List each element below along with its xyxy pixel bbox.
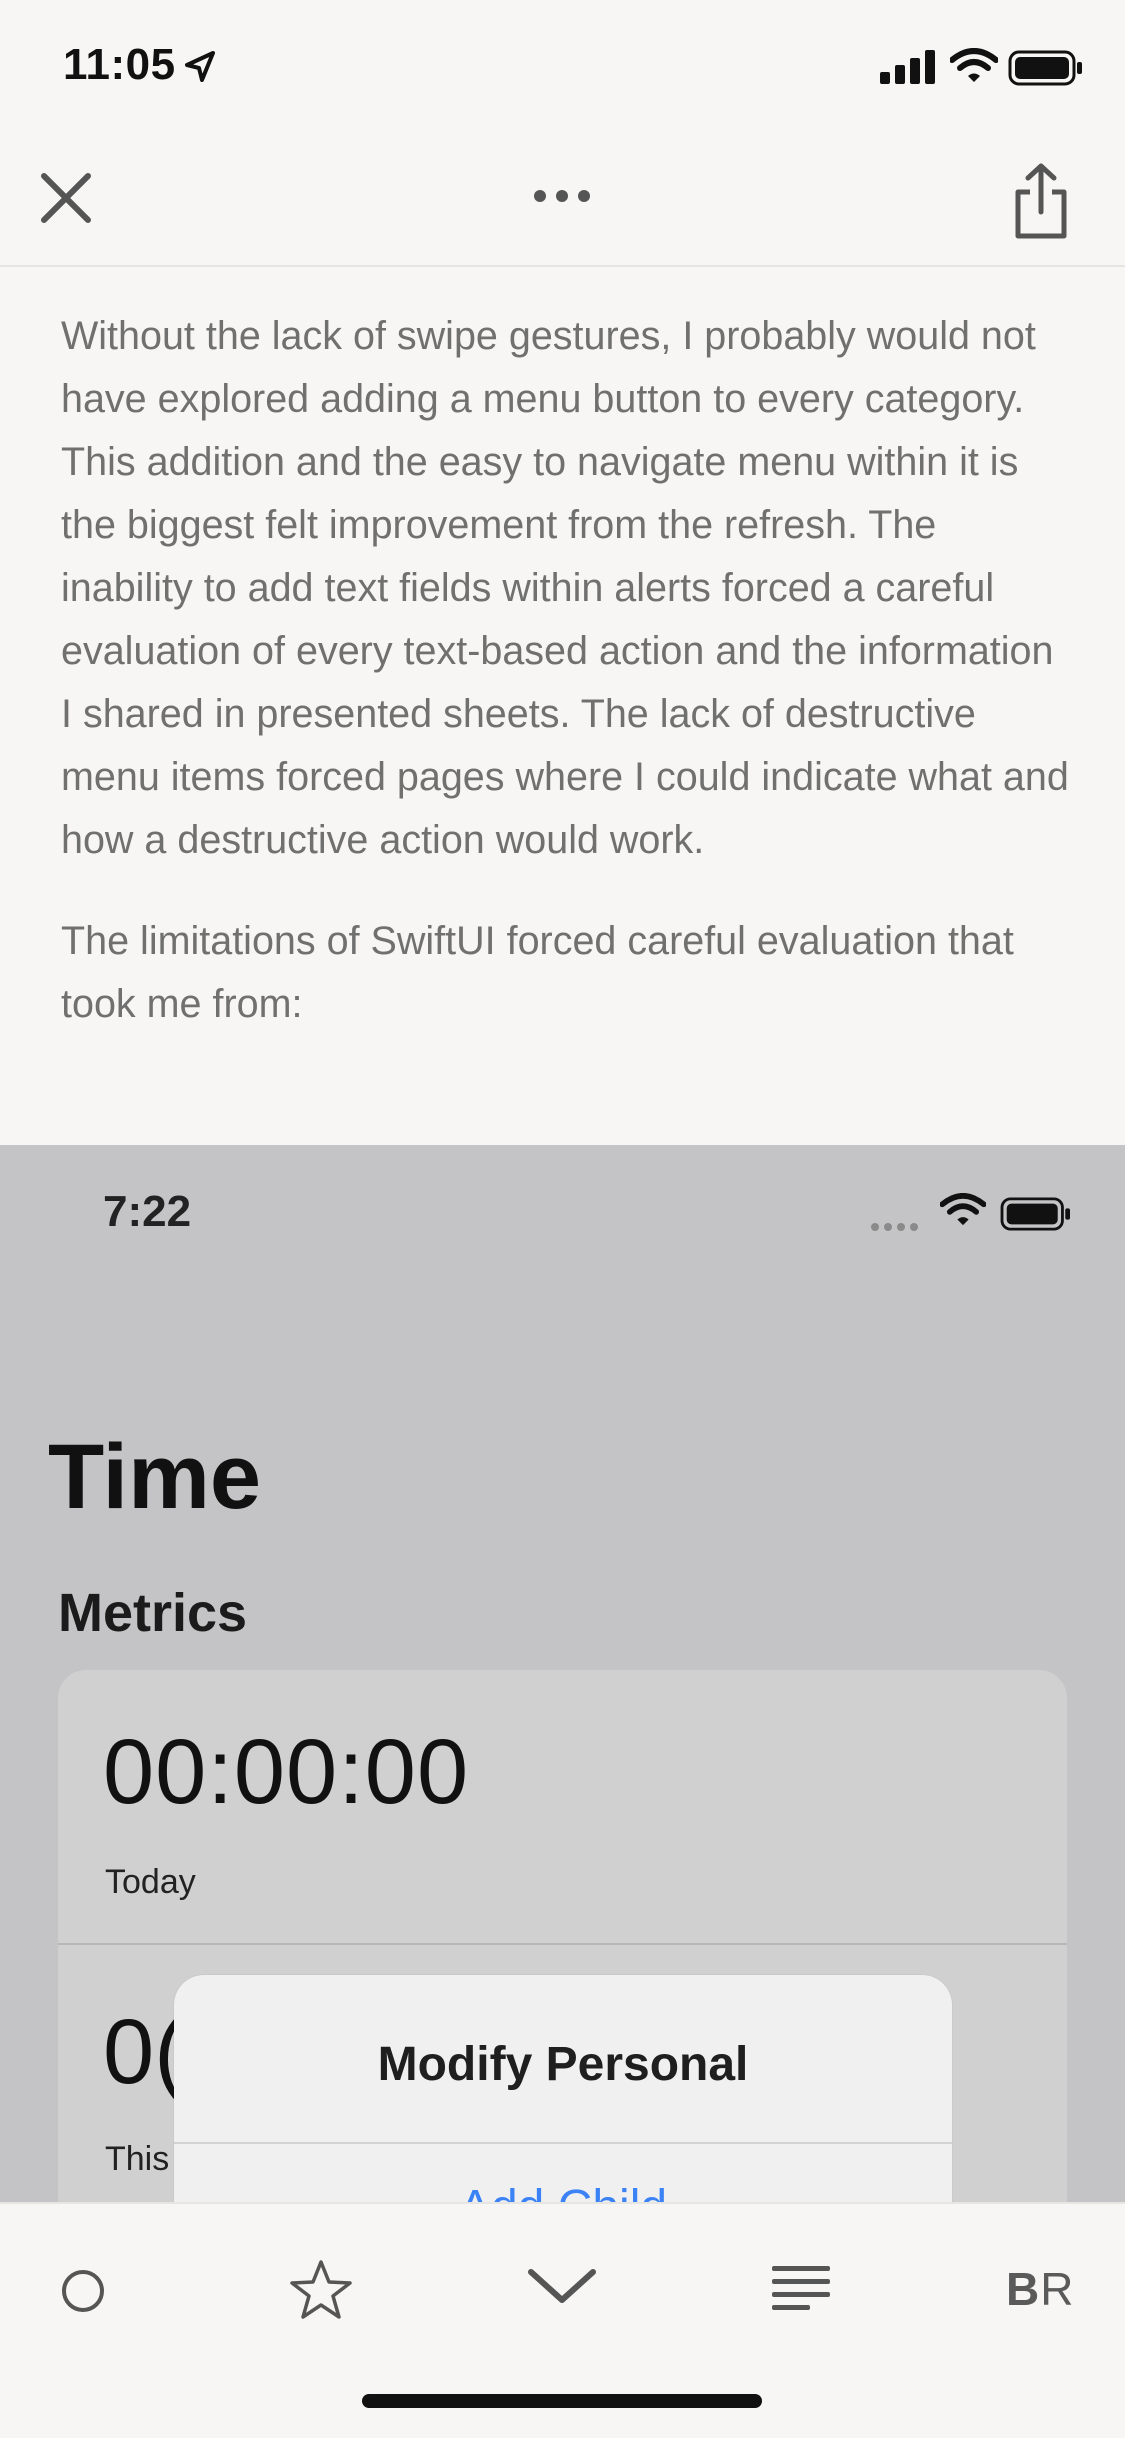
embedded-action-sheet: Modify Personal Add Child [174,1975,952,2205]
location-arrow-icon [183,50,217,89]
star-icon[interactable] [288,2258,354,2327]
no-signal-dots-icon [870,1219,926,1237]
bionic-reading-button[interactable]: BR [1006,2262,1074,2316]
text-lines-icon[interactable] [770,2264,832,2317]
metric-value: 00:00:00 [103,1721,470,1823]
embedded-page-title: Time [48,1426,262,1528]
cellular-signal-icon [880,50,936,89]
home-indicator [362,2394,762,2408]
circle-icon[interactable] [60,2268,106,2319]
article-paragraph: Without the lack of swipe gestures, I pr… [61,314,1069,862]
article-body: Without the lack of swipe gestures, I pr… [61,305,1071,1036]
action-sheet-title: Modify Personal [377,2038,749,2091]
article-paragraph: The limitations of SwiftUI forced carefu… [61,919,1014,1026]
metric-label: Today [105,1863,196,1901]
status-time: 11:05 [63,40,176,89]
metric-label: This [105,2140,170,2178]
chevron-down-icon[interactable] [525,2264,599,2313]
share-icon[interactable] [1010,162,1072,242]
reader-nav-bar [0,140,1125,267]
more-options-icon[interactable] [530,180,594,212]
br-b-label: B [1006,2263,1041,2315]
br-r-label: R [1040,2263,1075,2315]
wifi-icon [949,48,999,89]
metric-value: 0( [103,2001,185,2103]
action-sheet-divider [174,2142,952,2144]
battery-icon [1008,50,1084,91]
close-icon[interactable] [36,168,96,228]
embedded-status-time: 7:22 [103,1187,192,1236]
battery-icon [1000,1197,1072,1236]
wifi-icon [939,1193,987,1232]
card-divider [58,1943,1067,1945]
embedded-section-header: Metrics [58,1583,248,1643]
status-bar: 11:05 [0,0,1125,140]
embedded-screenshot: 7:22 Time Metrics 00:00:00 Today 0( This… [0,1145,1125,2205]
